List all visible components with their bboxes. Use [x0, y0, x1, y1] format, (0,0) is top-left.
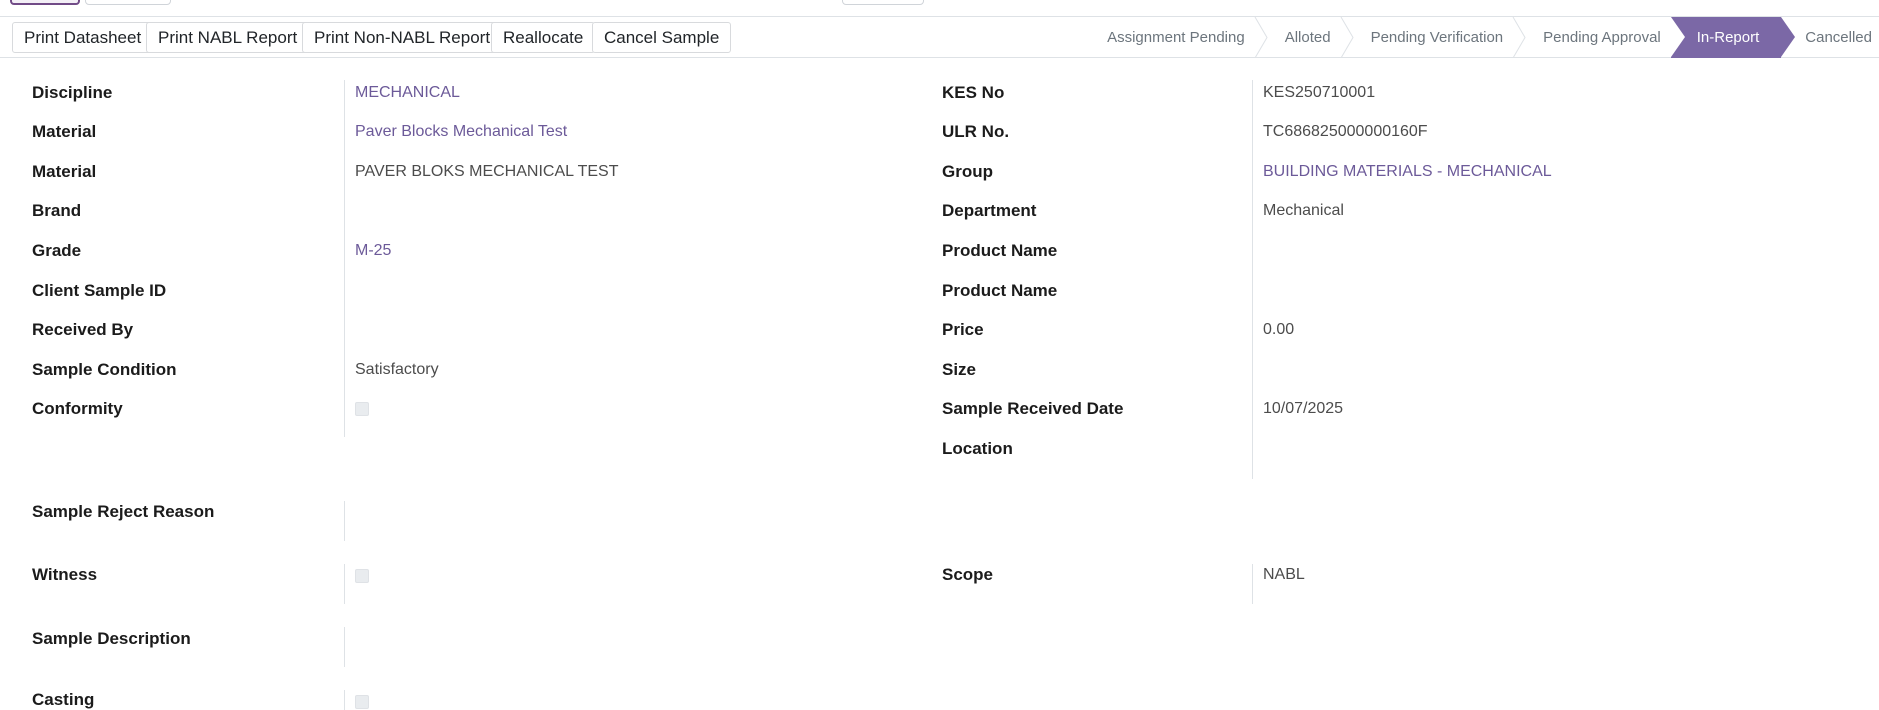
reject-reason-divider	[344, 501, 345, 541]
stage-separator-icon	[1512, 17, 1526, 58]
description-divider	[344, 627, 345, 667]
top-tab-active[interactable]	[10, 0, 80, 5]
stage-in-report[interactable]: In-Report	[1670, 17, 1796, 58]
stage-label: Assignment Pending	[1107, 29, 1245, 46]
reallocate-button[interactable]: Reallocate	[491, 22, 596, 53]
price-value[interactable]: 0.00	[1263, 321, 1294, 339]
stage-cancelled[interactable]: Cancelled	[1781, 17, 1879, 58]
witness-checkbox[interactable]	[355, 569, 369, 583]
department-value[interactable]: Mechanical	[1263, 202, 1344, 220]
stage-pending-verification[interactable]: Pending Verification	[1347, 17, 1526, 58]
client-sample-id-label: Client Sample ID	[32, 281, 167, 300]
scope-divider	[1252, 564, 1253, 604]
ulr-no-label: ULR No.	[942, 122, 1010, 141]
stage-assignment-pending[interactable]: Assignment Pending	[1083, 17, 1268, 58]
material-value[interactable]: Paver Blocks Mechanical Test	[355, 123, 567, 141]
material-label-2: Material	[32, 162, 97, 181]
status-bar: Assignment Pending Alloted Pending Verif…	[1083, 17, 1879, 58]
product-name-label: Product Name	[942, 241, 1058, 260]
department-label: Department	[942, 201, 1037, 220]
material-label: Material	[32, 122, 97, 141]
sample-description-label: Sample Description	[32, 629, 191, 648]
stage-label: Cancelled	[1805, 29, 1872, 46]
stage-arrow-icon	[1781, 17, 1796, 57]
sample-reject-reason-label: Sample Reject Reason	[32, 502, 215, 521]
casting-label: Casting	[32, 690, 95, 709]
stage-label: Pending Approval	[1543, 29, 1661, 46]
price-label: Price	[942, 320, 984, 339]
left-value-divider	[344, 80, 345, 437]
grade-label: Grade	[32, 241, 82, 260]
print-nabl-report-button[interactable]: Print NABL Report	[146, 22, 310, 53]
stage-pending-approval[interactable]: Pending Approval	[1519, 17, 1671, 58]
discipline-value[interactable]: MECHANICAL	[355, 84, 460, 102]
scope-label: Scope	[942, 565, 994, 584]
sample-received-date-value[interactable]: 10/07/2025	[1263, 400, 1343, 418]
top-tab-center[interactable]	[842, 0, 924, 5]
received-by-label: Received By	[32, 320, 134, 339]
material-value-2[interactable]: PAVER BLOKS MECHANICAL TEST	[355, 163, 618, 181]
stage-alloted[interactable]: Alloted	[1261, 17, 1354, 58]
group-label: Group	[942, 162, 993, 181]
stage-label: In-Report	[1696, 29, 1760, 46]
witness-label: Witness	[32, 565, 98, 584]
witness-divider	[344, 564, 345, 604]
conformity-label: Conformity	[32, 399, 123, 418]
location-label: Location	[942, 439, 1013, 458]
casting-divider	[344, 690, 345, 710]
brand-label: Brand	[32, 201, 82, 220]
casting-checkbox[interactable]	[355, 695, 369, 709]
stage-arrow-in-icon	[1670, 17, 1685, 57]
scope-value[interactable]: NABL	[1263, 566, 1305, 584]
group-value[interactable]: BUILDING MATERIALS - MECHANICAL	[1263, 163, 1552, 181]
stage-label: Alloted	[1284, 29, 1331, 46]
top-tab[interactable]	[85, 0, 171, 5]
conformity-checkbox[interactable]	[355, 402, 369, 416]
kes-no-label: KES No	[942, 83, 1005, 102]
product-name-label-2: Product Name	[942, 281, 1058, 300]
sample-condition-value[interactable]: Satisfactory	[355, 361, 439, 379]
ulr-no-value[interactable]: TC686825000000160F	[1263, 123, 1428, 141]
top-strip	[0, 0, 1879, 17]
right-value-divider	[1252, 80, 1253, 479]
stage-separator-icon	[1254, 17, 1268, 58]
size-label: Size	[942, 360, 977, 379]
sample-condition-label: Sample Condition	[32, 360, 177, 379]
kes-no-value[interactable]: KES250710001	[1263, 84, 1375, 102]
form-sheet: Discipline MECHANICAL Material Paver Blo…	[0, 58, 1879, 710]
sample-received-date-label: Sample Received Date	[942, 399, 1124, 418]
grade-value[interactable]: M-25	[355, 242, 391, 260]
print-datasheet-button[interactable]: Print Datasheet	[12, 22, 154, 53]
cancel-sample-button[interactable]: Cancel Sample	[592, 22, 732, 53]
stage-separator-icon	[1340, 17, 1354, 58]
stage-label: Pending Verification	[1370, 29, 1504, 46]
print-non-nabl-report-button[interactable]: Print Non-NABL Report	[302, 22, 503, 53]
action-bar: Print Datasheet Print NABL Report Print …	[0, 17, 1879, 58]
discipline-label: Discipline	[32, 83, 113, 102]
